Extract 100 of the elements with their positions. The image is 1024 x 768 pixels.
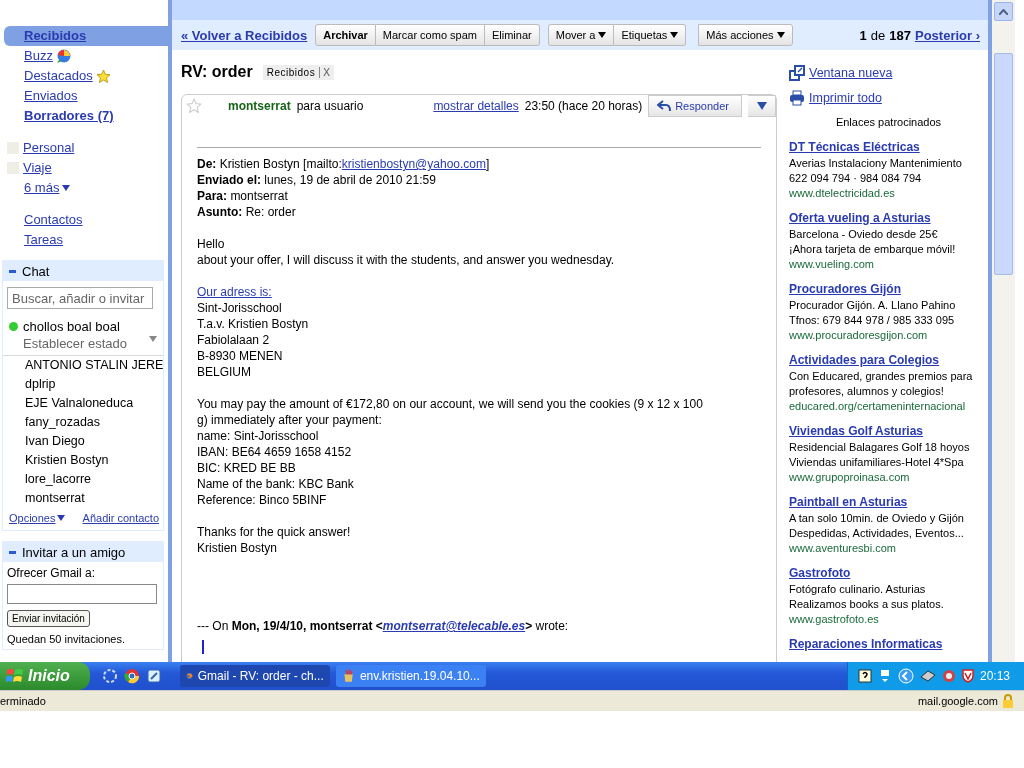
star-icon bbox=[95, 68, 111, 84]
label-link[interactable]: Personal bbox=[23, 140, 75, 156]
caret-icon bbox=[62, 185, 71, 191]
body-line: name: Sint-Jorisschool bbox=[197, 428, 320, 444]
back-link[interactable]: « Volver a Recibidos bbox=[181, 27, 308, 43]
toolbar-button[interactable]: Marcar como spam bbox=[375, 24, 485, 46]
nav-link[interactable]: Borradores (7) bbox=[24, 108, 114, 124]
lock-icon bbox=[1002, 694, 1014, 708]
chat-search-field[interactable]: Buscar, añadir o invitar bbox=[7, 287, 153, 309]
scroll-up-icon[interactable] bbox=[999, 8, 1008, 15]
nav-link[interactable]: Buzz bbox=[24, 48, 53, 64]
expand-tray-icon[interactable] bbox=[897, 668, 914, 684]
invitation-note: Quedan 50 invitaciones. bbox=[6, 632, 127, 647]
document-icon[interactable] bbox=[145, 668, 162, 684]
ad-url: www.aventuresbi.com bbox=[789, 541, 896, 556]
next-link[interactable]: Posterior › bbox=[915, 27, 980, 43]
tray-icon[interactable] bbox=[941, 669, 956, 683]
reply-icon bbox=[657, 100, 672, 112]
nav-link[interactable]: Destacados bbox=[24, 68, 93, 84]
taskbar-button[interactable]: Gmail - RV: order - ch... bbox=[179, 665, 330, 687]
email-link[interactable]: montserrat@telecable.es bbox=[382, 619, 526, 633]
ad-text: Barcelona - Oviedo desde 25€ bbox=[789, 227, 938, 242]
collapse-icon[interactable] bbox=[9, 269, 16, 273]
chat-contact[interactable]: dplrip bbox=[3, 375, 163, 394]
toolbar-button[interactable]: Etiquetas bbox=[614, 24, 687, 46]
header-line: Para: montserrat bbox=[197, 188, 289, 204]
ad-text: Con Educared, grandes premios para bbox=[789, 369, 973, 384]
toolbar-button[interactable]: Mover a bbox=[547, 24, 615, 46]
chat-contact[interactable]: EJE Valnaloneduca bbox=[3, 394, 163, 413]
show-details-link[interactable]: mostrar detalles bbox=[433, 99, 519, 113]
ad-title[interactable]: Procuradores Gijón bbox=[789, 282, 902, 297]
more-actions-button[interactable] bbox=[748, 95, 776, 117]
quote-line: --- On Mon, 19/4/10, montserrat <montserrat@telecable.es> wrote: bbox=[197, 618, 570, 634]
label-swatch bbox=[7, 162, 19, 174]
ad-text: Procurador Gijón. A. Llano Pahino bbox=[789, 298, 956, 313]
scrollbar[interactable] bbox=[992, 0, 1015, 662]
label-tag: Recibidos X bbox=[262, 64, 335, 80]
shield-icon[interactable] bbox=[961, 669, 974, 683]
ad-url: www.grupoproinasa.com bbox=[789, 470, 910, 485]
ad-title[interactable]: Viviendas Golf Asturias bbox=[789, 424, 924, 439]
action-link[interactable]: Ventana nueva bbox=[809, 65, 893, 80]
body-line: BIC: KRED BE BB bbox=[197, 460, 297, 476]
chat-contact[interactable]: lore_lacorre bbox=[3, 470, 163, 489]
browser-icon[interactable] bbox=[123, 668, 140, 684]
reply-button[interactable]: Responder bbox=[648, 95, 742, 117]
help-icon[interactable] bbox=[857, 669, 872, 683]
send-invitation-button[interactable]: Enviar invitación bbox=[7, 610, 90, 627]
ad-title[interactable]: DT Técnicas Eléctricas bbox=[789, 140, 920, 155]
chat-contact[interactable]: fany_rozadas bbox=[3, 413, 163, 432]
body-line: IBAN: BE64 4659 1658 4152 bbox=[197, 444, 353, 460]
ad-text: Despedidas, Actividades, Eventos... bbox=[789, 526, 964, 541]
email-field[interactable] bbox=[7, 584, 157, 604]
ad-title[interactable]: Gastrofoto bbox=[789, 566, 851, 581]
collapse-icon[interactable] bbox=[9, 550, 16, 554]
chat-contact[interactable]: ANTONIO STALIN JERE bbox=[3, 356, 163, 375]
ad-title[interactable]: Reparaciones Informaticas bbox=[789, 637, 943, 652]
page-of: de bbox=[870, 27, 886, 43]
page-total: 187 bbox=[889, 27, 911, 43]
ad-title[interactable]: Actividades para Colegios bbox=[789, 353, 940, 368]
text-cursor bbox=[202, 640, 204, 654]
nav-link[interactable]: Tareas bbox=[24, 232, 64, 248]
message-time: 23:50 (hace 20 horas) bbox=[524, 99, 643, 113]
field-label: Ofrecer Gmail a: bbox=[6, 565, 97, 580]
caret-icon bbox=[670, 32, 679, 38]
action-link[interactable]: Imprimir todo bbox=[809, 90, 882, 105]
windows-logo bbox=[6, 668, 24, 684]
toolbar-button[interactable]: Eliminar bbox=[485, 24, 540, 46]
toolbar-button[interactable]: Más acciones bbox=[698, 24, 793, 46]
ad-text: Tfnos: 679 844 978 / 985 333 095 bbox=[789, 313, 955, 328]
tray-icon[interactable] bbox=[919, 669, 936, 683]
toolbar-button[interactable]: Archivar bbox=[315, 24, 376, 46]
ad-title[interactable]: Paintball en Asturias bbox=[789, 495, 908, 510]
ad-url: www.vueling.com bbox=[789, 257, 874, 272]
ads-heading: Enlaces patrocinados bbox=[834, 116, 943, 128]
label-link[interactable]: Viaje bbox=[23, 160, 52, 176]
recipient: para usuario bbox=[296, 99, 364, 113]
chat-contact[interactable]: montserrat bbox=[3, 489, 163, 508]
header-line: Asunto: Re: order bbox=[197, 204, 297, 220]
ad-text: profesores, alumnos y colegios! bbox=[789, 384, 944, 399]
chat-contact[interactable]: Ivan Diego bbox=[3, 432, 163, 451]
add-contact-link[interactable]: Añadir contacto bbox=[82, 512, 159, 524]
quick-launch-icon[interactable] bbox=[101, 668, 118, 684]
email-link[interactable]: kristienbostyn@yahoo.com bbox=[341, 157, 486, 171]
more-labels-link[interactable]: 6 más bbox=[24, 180, 60, 196]
status-selector[interactable]: Establecer estado bbox=[23, 336, 128, 351]
user-name: chollos boal boal bbox=[23, 319, 120, 334]
star-icon[interactable] bbox=[186, 98, 202, 114]
body-line: You may pay the amount of €172,80 on our account, we will send you the cookies (9 x 12 x 100 bbox=[197, 396, 704, 412]
status-text: erminado bbox=[0, 695, 46, 707]
nav-link[interactable]: Enviados bbox=[24, 88, 78, 104]
options-link[interactable]: Opciones bbox=[9, 512, 56, 524]
nav-link[interactable]: Contactos bbox=[24, 212, 83, 228]
buzz-icon bbox=[55, 48, 72, 64]
status-host: mail.google.com bbox=[917, 695, 998, 707]
taskbar-button[interactable]: env.kristien.19.04.10... bbox=[335, 665, 486, 687]
chat-contact[interactable]: Kristien Bostyn bbox=[3, 451, 163, 470]
body-line: Fabiolalaan 2 bbox=[197, 332, 271, 348]
ad-title[interactable]: Oferta vueling a Asturias bbox=[789, 211, 931, 226]
text-link[interactable]: Our adress is: bbox=[197, 285, 272, 299]
body-line: Sint-Jorisschool bbox=[197, 300, 283, 316]
